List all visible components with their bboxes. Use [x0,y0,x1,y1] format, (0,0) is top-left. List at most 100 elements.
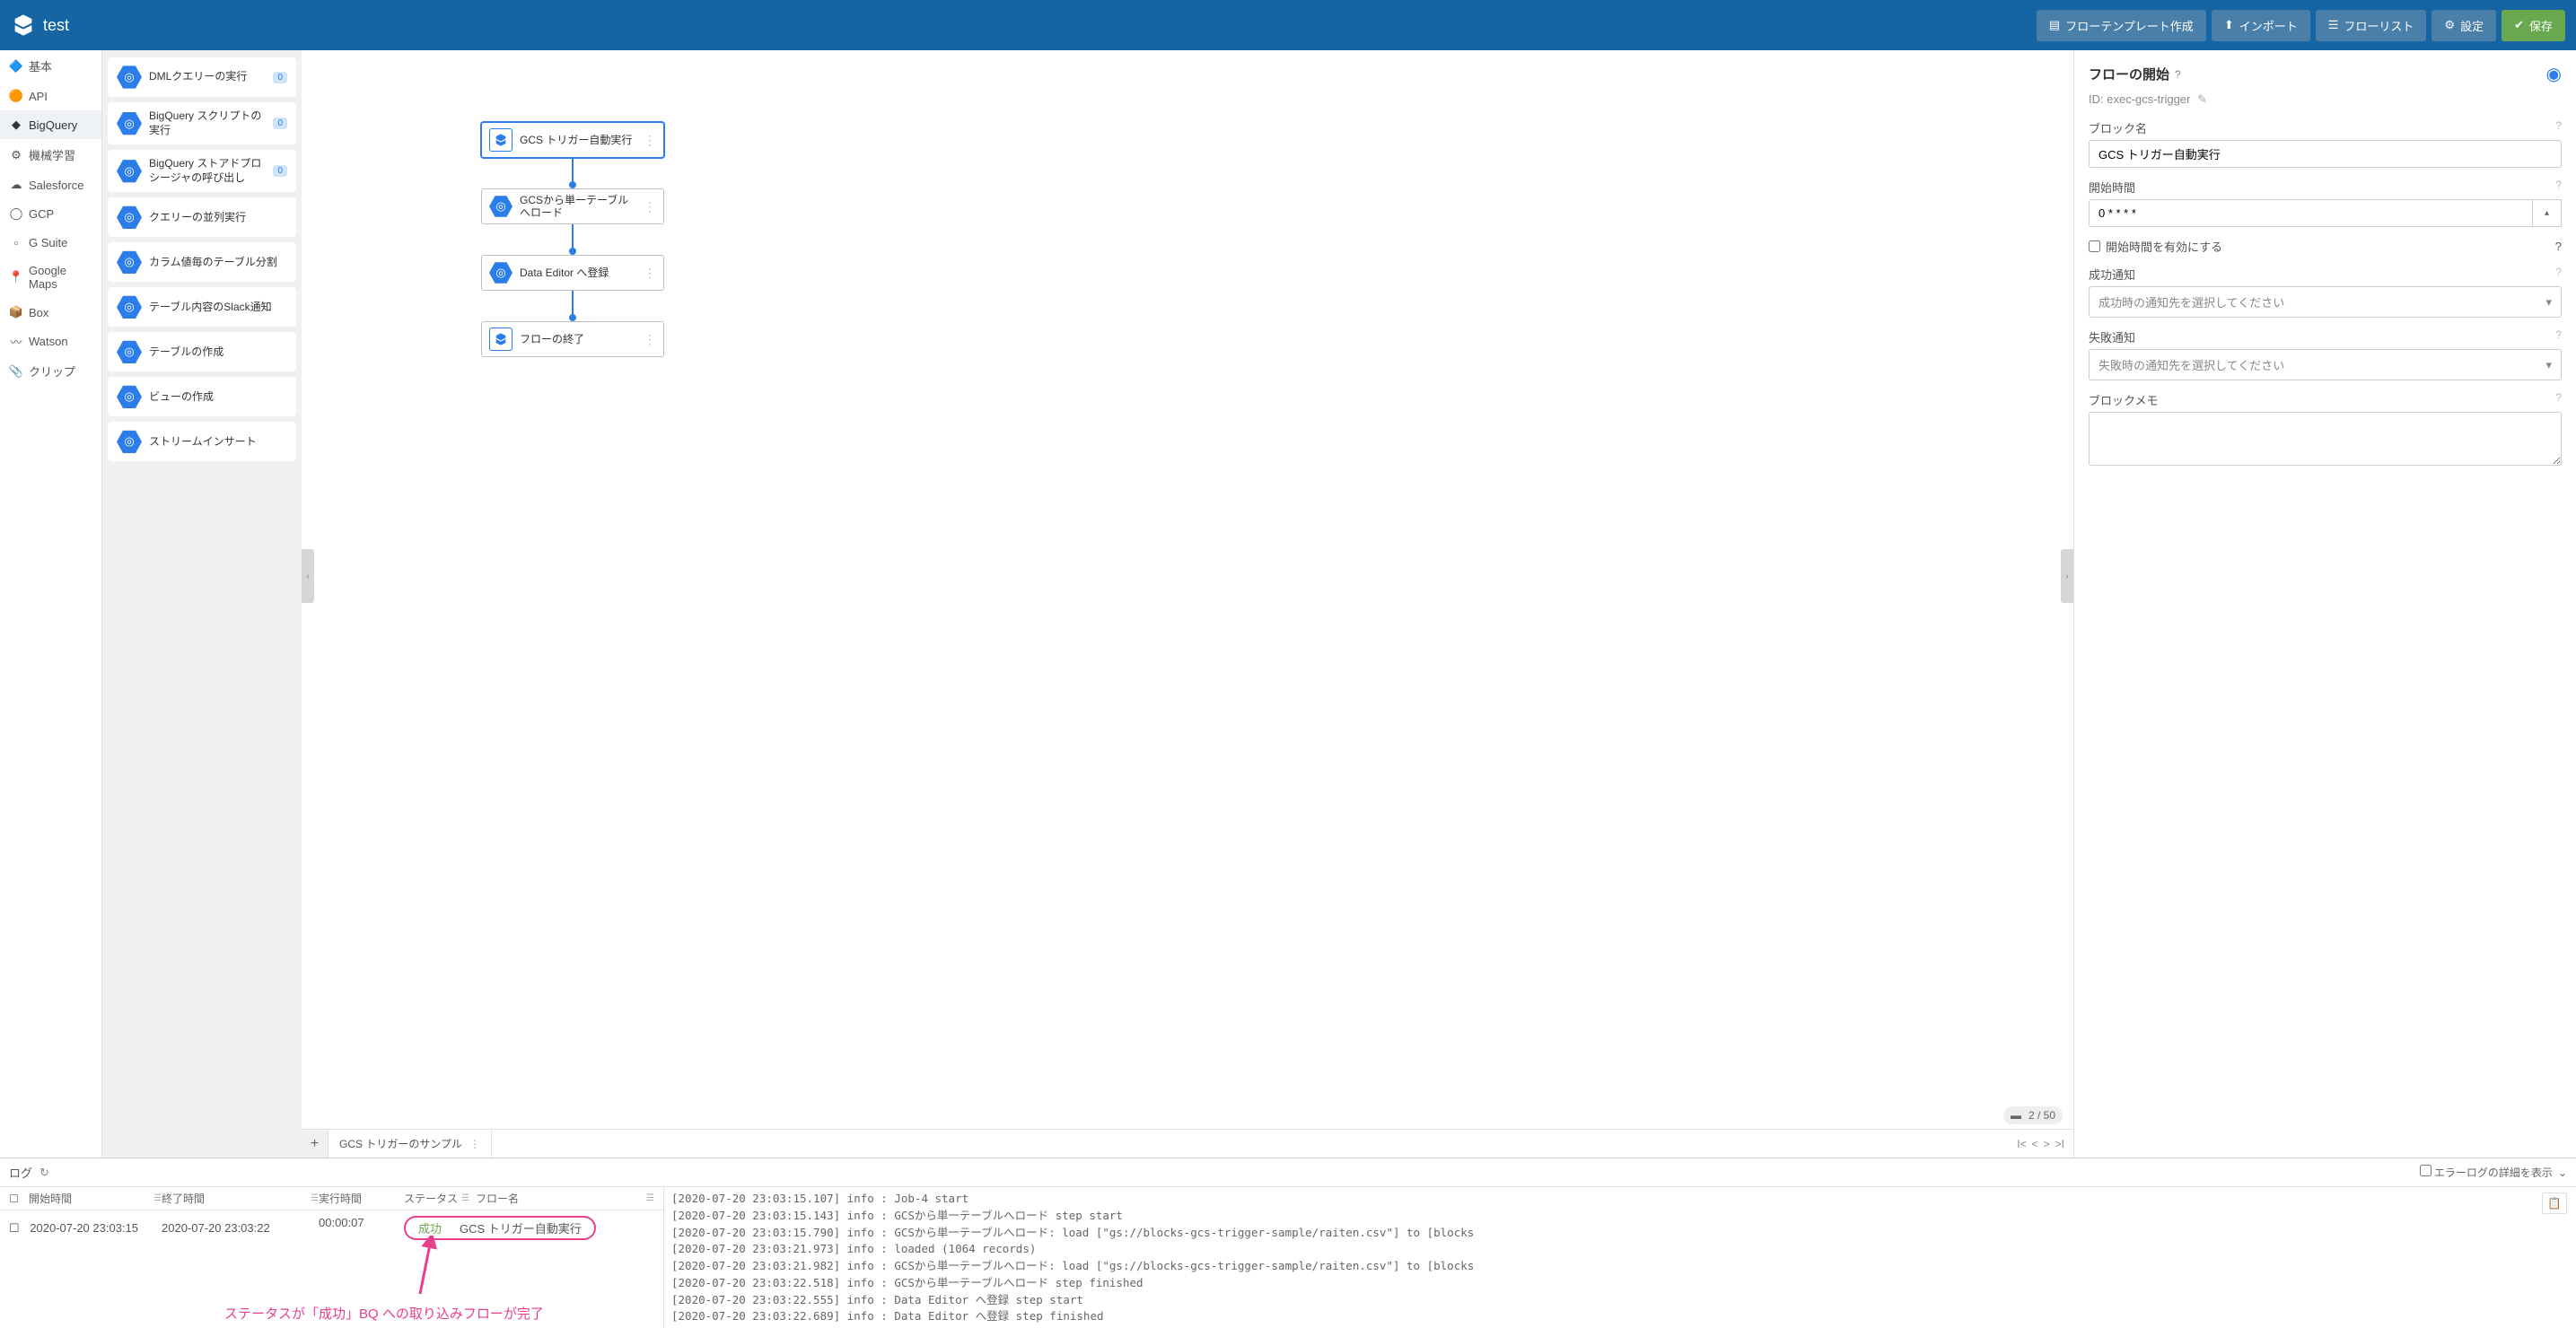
properties-panel: フローの開始 ? ◉ ID: exec-gcs-trigger ✎ ブロック名?… [2073,50,2576,1158]
sidebar-item-label: Salesforce [29,179,83,192]
th-start[interactable]: 開始時間 [29,1191,72,1206]
sidebar-item-基本[interactable]: 🔷基本 [0,50,101,82]
palette-block[interactable]: ◎クエリーの並列実行 [108,197,296,237]
flow-list-button[interactable]: ☰フローリスト [2316,10,2427,41]
copy-log-icon[interactable]: 📋 [2542,1193,2567,1214]
category-icon: ▫ [9,235,23,249]
log-row[interactable]: ☐ 2020-07-20 23:03:15 2020-07-20 23:03:2… [0,1210,663,1245]
node-menu-icon[interactable]: ⋮ [644,332,656,347]
flow-edge [572,224,574,251]
edit-id-icon[interactable]: ✎ [2197,92,2207,106]
chevron-down-icon: ▾ [2545,358,2552,372]
flow-canvas[interactable]: ‹ › GCS トリガー自動実行 ⋮ ◎ GCSから単一テーブルへロード ⋮ ◎… [302,50,2073,1102]
sidebar-item-Google Maps[interactable]: 📍Google Maps [0,257,101,298]
error-detail-checkbox[interactable]: エラーログの詳細を表示 [2420,1165,2553,1180]
flow-node-end[interactable]: フローの終了 ⋮ [481,321,664,357]
node-menu-icon[interactable]: ⋮ [644,133,656,148]
settings-button[interactable]: ⚙設定 [2431,10,2496,41]
help-icon[interactable]: ? [2175,68,2181,81]
header: test ▤フローテンプレート作成 ⬆インポート ☰フローリスト ⚙設定 ✔保存 [0,0,2576,50]
th-status[interactable]: ステータス [404,1191,458,1206]
flow-node-start[interactable]: GCS トリガー自動実行 ⋮ [481,122,664,158]
block-label: BigQuery スクリプトの実行 [149,109,266,137]
memo-textarea[interactable] [2089,412,2562,466]
th-flow[interactable]: フロー名 [476,1191,519,1206]
node-menu-icon[interactable]: ⋮ [644,266,656,281]
check-icon: ✔ [2514,18,2524,32]
chevron-down-icon: ▾ [2545,295,2552,310]
start-time-input[interactable] [2089,199,2533,227]
flow-node[interactable]: ◎ GCSから単一テーブルへロード ⋮ [481,188,664,224]
block-name-input[interactable] [2089,140,2562,168]
th-end[interactable]: 終了時間 [162,1191,205,1206]
th-dur[interactable]: 実行時間 [319,1193,362,1205]
help-icon[interactable]: ? [2555,266,2562,283]
filter-icon[interactable]: ☰ [646,1193,654,1203]
add-tab-button[interactable]: + [302,1131,329,1158]
bq-node-icon: ◎ [489,195,513,218]
sidebar-item-label: クリップ [29,363,75,380]
block-icon: ◎ [117,339,142,364]
list-icon: ☰ [2328,18,2339,32]
log-line: [2020-07-20 23:03:22.518] info : GCSから単一… [671,1275,2569,1292]
sidebar-item-Salesforce[interactable]: ☁ Salesforce [0,170,101,199]
help-icon[interactable]: ? [2555,328,2562,345]
category-icon: ☁ [9,178,23,192]
sidebar-item-クリップ[interactable]: 📎クリップ [0,355,101,387]
node-menu-icon[interactable]: ⋮ [644,199,656,214]
sidebar-item-GCP[interactable]: ◯GCP [0,199,101,228]
filter-icon[interactable]: ☰ [461,1193,469,1203]
create-template-button[interactable]: ▤フローテンプレート作成 [2037,10,2206,41]
end-node-icon [489,328,513,351]
fail-notify-select[interactable]: 失敗時の通知先を選択してください▾ [2089,349,2562,380]
stepper-up-icon[interactable]: ▴ [2533,199,2562,227]
help-icon[interactable]: ? [2555,179,2562,196]
collapse-log-icon[interactable]: ⌄ [2558,1166,2567,1179]
sidebar-item-label: API [29,90,48,103]
flow-node[interactable]: ◎ Data Editor へ登録 ⋮ [481,255,664,291]
category-icon: 🔷 [9,59,23,74]
palette-block[interactable]: ◎テーブルの作成 [108,332,296,371]
save-button[interactable]: ✔保存 [2502,10,2565,41]
palette-block[interactable]: ◎テーブル内容のSlack通知 [108,287,296,327]
import-button[interactable]: ⬆インポート [2212,10,2310,41]
filter-icon[interactable]: ☰ [153,1193,162,1203]
palette-block[interactable]: ◎ビューの作成 [108,377,296,416]
log-line: [2020-07-20 23:03:22.689] info : Data Ed… [671,1308,2569,1325]
tab-menu-icon[interactable]: ⋮ [469,1138,480,1150]
sidebar-item-label: BigQuery [29,118,77,132]
palette-block[interactable]: ◎ストリームインサート [108,422,296,461]
collapse-left-handle[interactable]: ‹ [302,549,314,603]
refresh-icon[interactable]: ↻ [39,1166,49,1180]
sidebar-item-API[interactable]: 🟠API [0,82,101,110]
help-icon[interactable]: ? [2555,240,2562,253]
sidebar-item-G Suite[interactable]: ▫G Suite [0,228,101,257]
help-icon[interactable]: ? [2555,119,2562,136]
block-label: ストリームインサート [149,435,257,450]
category-icon: ◆ [9,118,23,132]
flow-tab[interactable]: GCS トリガーのサンプル ⋮ [329,1131,492,1158]
tabs-prev-icon[interactable]: < [2032,1138,2038,1150]
sidebar-item-Box[interactable]: 📦Box [0,298,101,327]
success-notify-select[interactable]: 成功時の通知先を選択してください▾ [2089,286,2562,318]
category-icon: ◯ [9,206,23,221]
palette-block[interactable]: ◎カラム値毎のテーブル分割 [108,242,296,282]
filter-icon[interactable]: ☰ [311,1193,319,1203]
enable-start-checkbox[interactable]: 開始時間を有効にする ? [2089,238,2562,255]
palette-block[interactable]: ◎DMLクエリーの実行0 [108,57,296,97]
tabs-next-icon[interactable]: > [2044,1138,2050,1150]
run-flow-icon[interactable]: ◉ [2546,63,2562,85]
collapse-right-handle[interactable]: › [2061,549,2073,603]
palette-block[interactable]: ◎BigQuery ストアドプロシージャの呼び出し0 [108,150,296,192]
help-icon[interactable]: ? [2555,391,2562,408]
sidebar-item-機械学習[interactable]: ⚙機械学習 [0,139,101,170]
tabs-first-icon[interactable]: I< [2017,1138,2026,1150]
category-icon: 📍 [9,270,23,284]
palette-block[interactable]: ◎BigQuery スクリプトの実行0 [108,102,296,144]
node-label: GCSから単一テーブルへロード [520,194,636,220]
block-icon: ◎ [117,249,142,275]
sidebar-item-BigQuery[interactable]: ◆ BigQuery [0,110,101,139]
block-label: DMLクエリーの実行 [149,70,247,84]
tabs-last-icon[interactable]: >I [2055,1138,2064,1150]
sidebar-item-Watson[interactable]: 〰Watson [0,327,101,355]
